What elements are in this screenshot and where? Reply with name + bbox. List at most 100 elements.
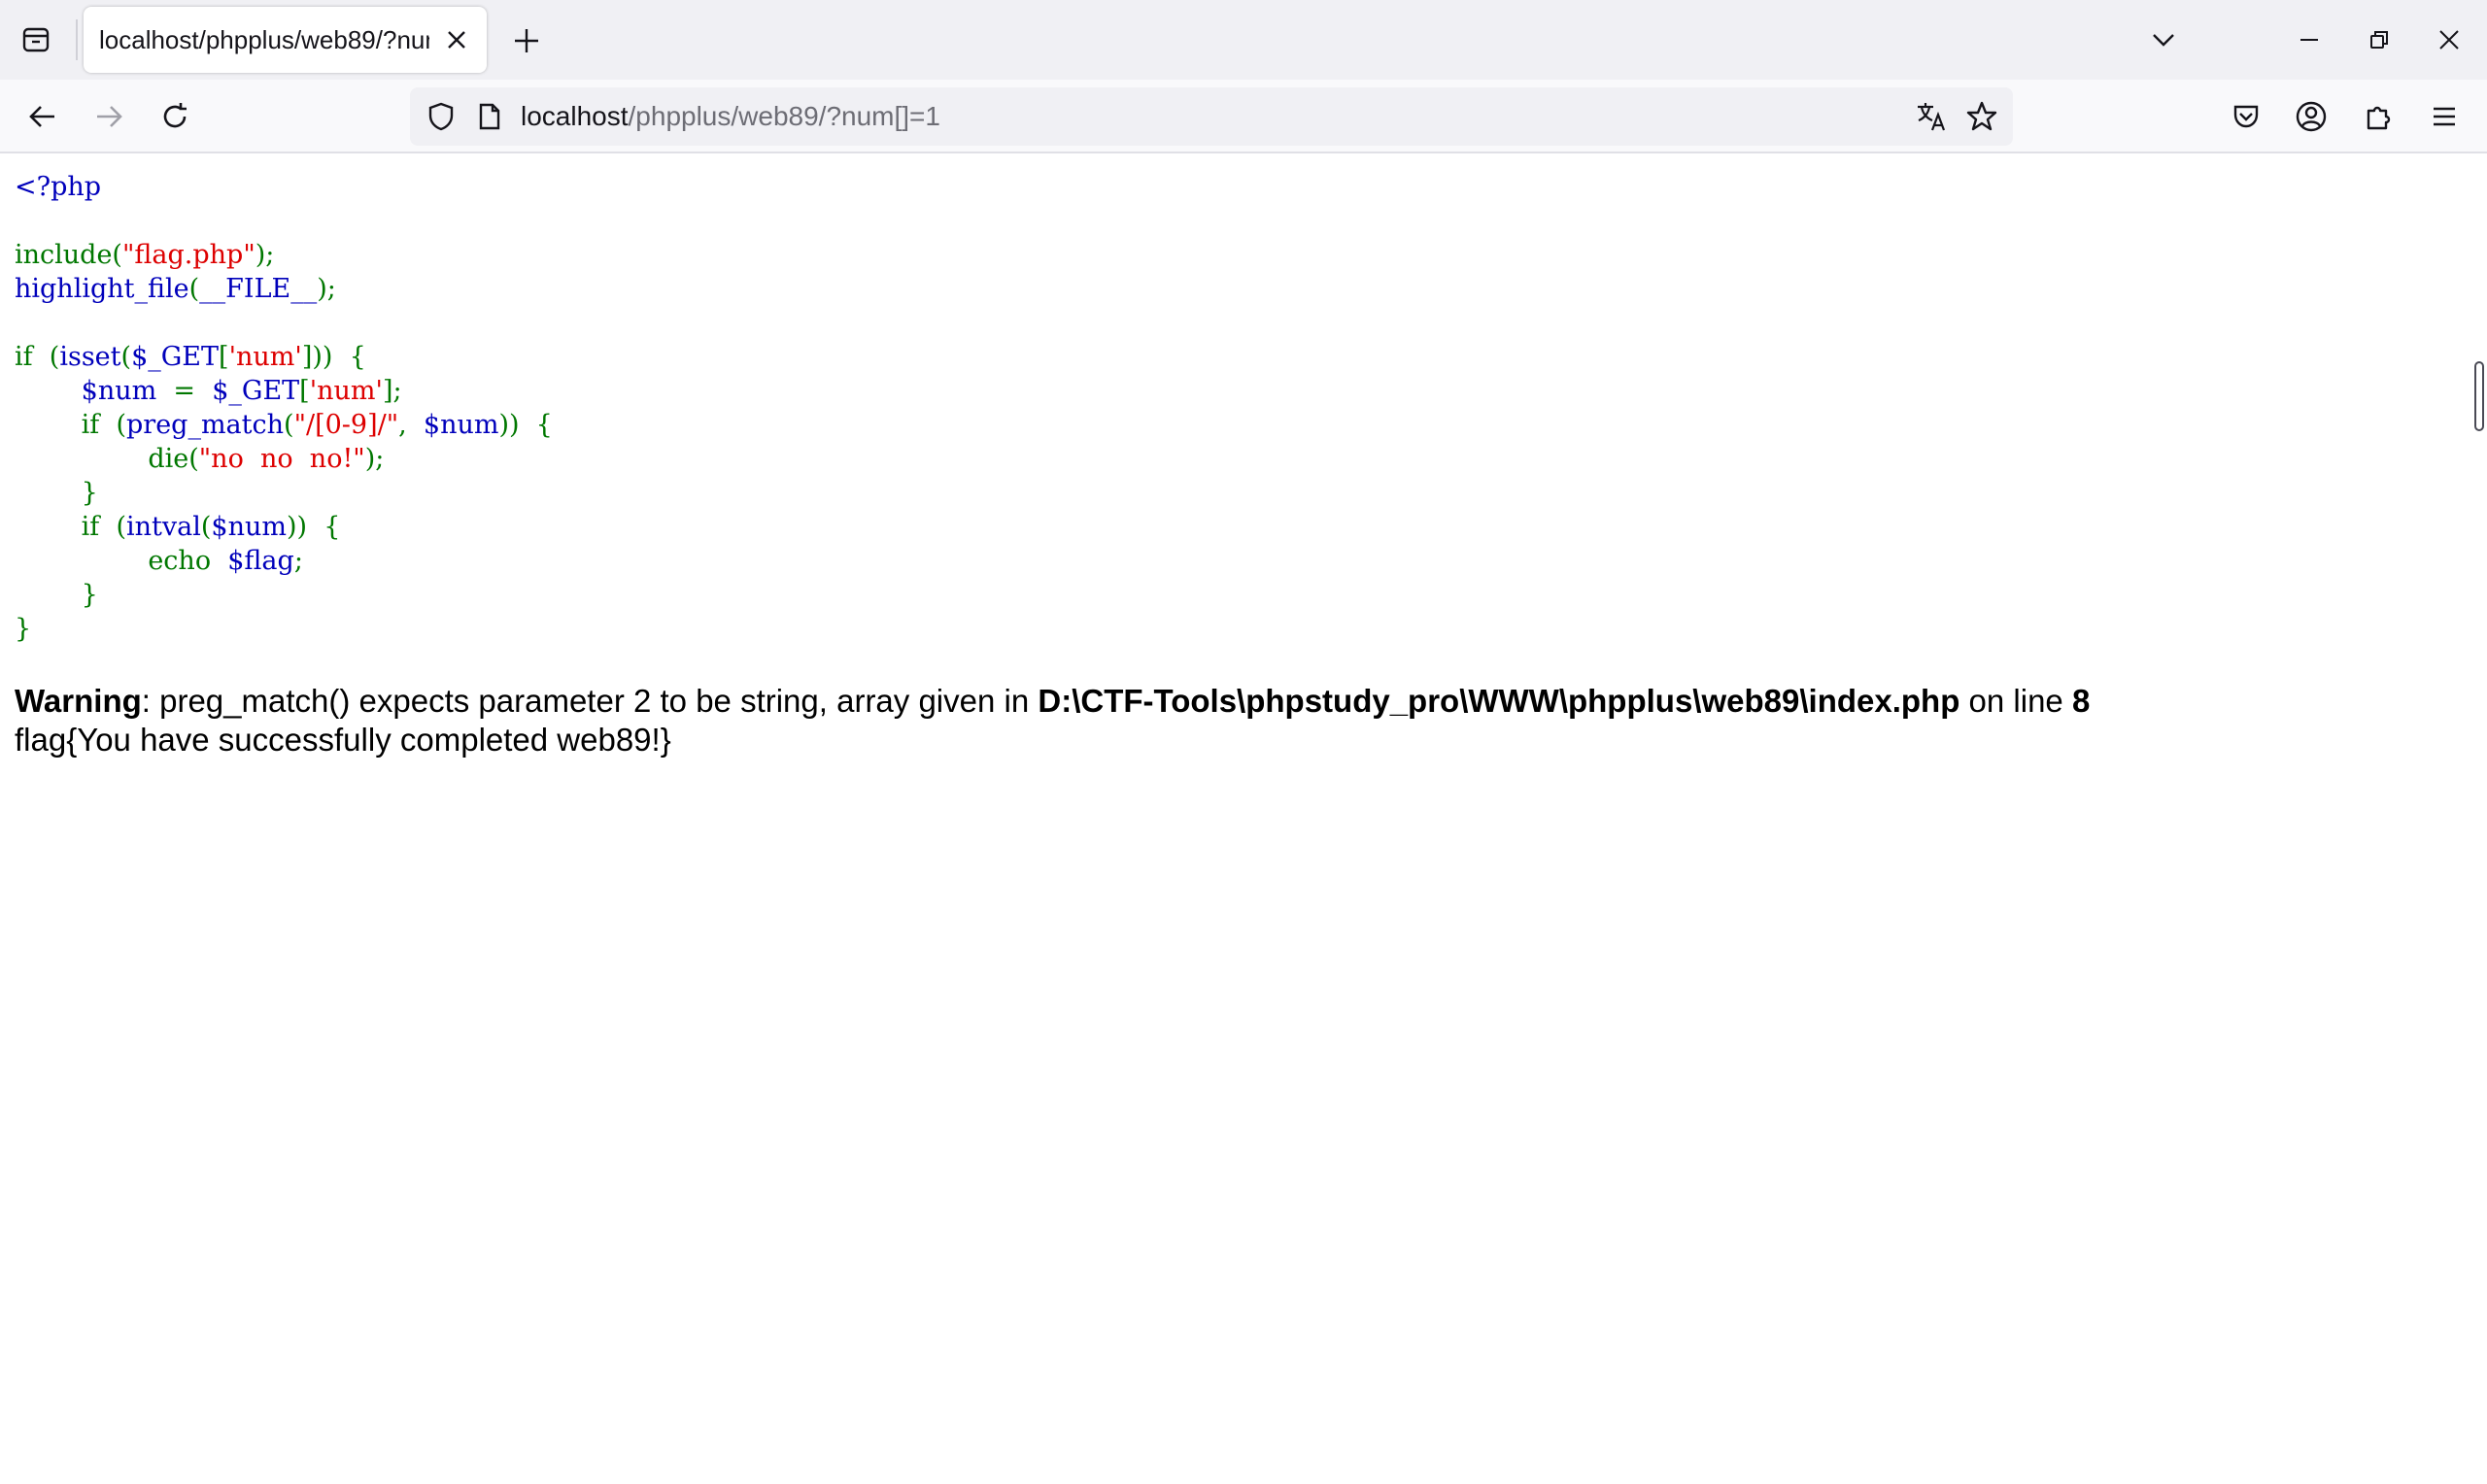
code-token: [	[299, 376, 310, 406]
account-icon	[2295, 100, 2328, 133]
reload-icon	[159, 101, 190, 132]
code-token: );	[317, 274, 336, 304]
url-bar[interactable]: localhost/phpplus/web89/?num[]=1	[410, 87, 2013, 146]
code-line-3: include("flag.php");	[15, 238, 553, 272]
extensions-button[interactable]	[2351, 89, 2405, 144]
scrollbar-thumb[interactable]	[2474, 361, 2484, 431]
minimize-button[interactable]	[2283, 14, 2335, 66]
code-token: (	[200, 512, 212, 542]
tab-strip: localhost/phpplus/web89/?num[]=1	[0, 0, 2487, 80]
code-line-14: }	[15, 612, 553, 646]
code-token: "no no no!"	[198, 444, 365, 474]
tab-active[interactable]: localhost/phpplus/web89/?num[]=1	[84, 7, 487, 73]
arrow-right-icon	[93, 101, 124, 132]
code-token: preg_match	[126, 410, 285, 440]
code-line-10: }	[15, 476, 553, 510]
url-path: /phpplus/web89/?num[]=1	[628, 101, 940, 131]
plus-icon	[513, 27, 540, 54]
code-token: }	[81, 478, 98, 508]
shield-icon[interactable]	[424, 99, 459, 134]
code-token: ])) {	[301, 342, 366, 372]
code-token: die(	[148, 444, 199, 474]
url-text[interactable]: localhost/phpplus/web89/?num[]=1	[521, 87, 940, 146]
php-output: Warning: preg_match() expects parameter …	[15, 682, 2090, 759]
pocket-button[interactable]	[2219, 89, 2273, 144]
tab-title: localhost/phpplus/web89/?num[]=1	[99, 25, 429, 54]
warning-text: : preg_match() expects parameter 2 to be…	[141, 683, 1039, 719]
code-token: [	[219, 342, 229, 372]
flag-output: flag{You have successfully completed web…	[15, 722, 671, 758]
code-token: $num	[423, 410, 499, 440]
code-token: ,	[398, 410, 424, 440]
code-token: ;	[293, 546, 303, 576]
code-line-12: echo $flag;	[15, 544, 553, 578]
code-token: }	[15, 614, 32, 644]
close-icon	[2437, 28, 2461, 51]
back-button[interactable]	[16, 89, 70, 144]
tab-overflow-button[interactable]	[2137, 14, 2190, 66]
new-tab-button[interactable]	[503, 17, 550, 64]
translate-icon[interactable]	[1914, 99, 1949, 134]
code-token: $num	[211, 512, 287, 542]
code-token: $_GET	[131, 342, 220, 372]
account-button[interactable]	[2284, 89, 2338, 144]
code-token: if (	[81, 410, 126, 440]
code-token: "flag.php"	[121, 240, 256, 270]
url-host: localhost	[521, 101, 629, 131]
menu-button[interactable]	[2417, 89, 2471, 144]
warning-label: Warning	[15, 683, 142, 719]
code-line-4: highlight_file(__FILE__);	[15, 272, 553, 306]
code-token: (	[120, 342, 132, 372]
code-line-1: <?php	[15, 170, 553, 204]
code-token: (	[188, 274, 200, 304]
code-token: <?php	[15, 172, 102, 202]
page-icon[interactable]	[472, 99, 507, 134]
code-token: isset	[59, 342, 121, 372]
puzzle-icon	[2363, 101, 2394, 132]
warning-on-line: on line	[1959, 683, 2072, 719]
code-token: intval	[126, 512, 201, 542]
code-line-11: if (intval($num)) {	[15, 510, 553, 544]
code-token: __FILE__	[199, 274, 318, 304]
code-token: )) {	[286, 512, 341, 542]
tab-close-button[interactable]	[440, 23, 473, 56]
warning-message: Warning: preg_match() expects parameter …	[15, 682, 2090, 721]
pocket-icon	[2231, 102, 2261, 131]
window-close-button[interactable]	[2423, 14, 2475, 66]
code-token: $num	[81, 376, 174, 406]
code-token: highlight_file	[15, 274, 189, 304]
code-token: (	[284, 410, 294, 440]
code-token: =	[173, 376, 213, 406]
code-line-6: if (isset($_GET['num'])) {	[15, 340, 553, 374]
php-source-code: <?php include("flag.php"); highlight_fil…	[15, 170, 553, 646]
reload-button[interactable]	[148, 89, 202, 144]
list-all-tabs-button[interactable]	[12, 17, 60, 62]
code-token: if (	[81, 512, 126, 542]
navigation-toolbar: localhost/phpplus/web89/?num[]=1	[0, 80, 2487, 153]
hamburger-menu-icon	[2431, 103, 2458, 130]
code-token: );	[364, 444, 385, 474]
code-token: echo	[148, 546, 228, 576]
restore-icon	[2368, 29, 2390, 51]
code-token: ];	[382, 376, 402, 406]
code-token: $flag	[227, 546, 294, 576]
code-token: 'num'	[309, 376, 383, 406]
code-line-7: $num = $_GET['num'];	[15, 374, 553, 408]
forward-button[interactable]	[82, 89, 136, 144]
code-token: "/[0-9]/"	[293, 410, 399, 440]
minimize-icon	[2299, 29, 2320, 51]
page-content: <?php include("flag.php"); highlight_fil…	[0, 155, 2468, 1484]
arrow-left-icon	[27, 101, 58, 132]
code-token: if (	[15, 342, 60, 372]
code-line-9: die("no no no!");	[15, 442, 553, 476]
close-icon	[446, 29, 467, 51]
code-token: include(	[15, 240, 122, 270]
code-line-13: }	[15, 578, 553, 612]
restore-button[interactable]	[2353, 14, 2405, 66]
warning-path: D:\CTF-Tools\phpstudy_pro\WWW\phpplus\we…	[1038, 683, 1960, 719]
bookmark-star-icon[interactable]	[1964, 99, 1999, 134]
vertical-scrollbar[interactable]	[2468, 155, 2487, 1484]
warning-line-number: 8	[2071, 683, 2091, 719]
